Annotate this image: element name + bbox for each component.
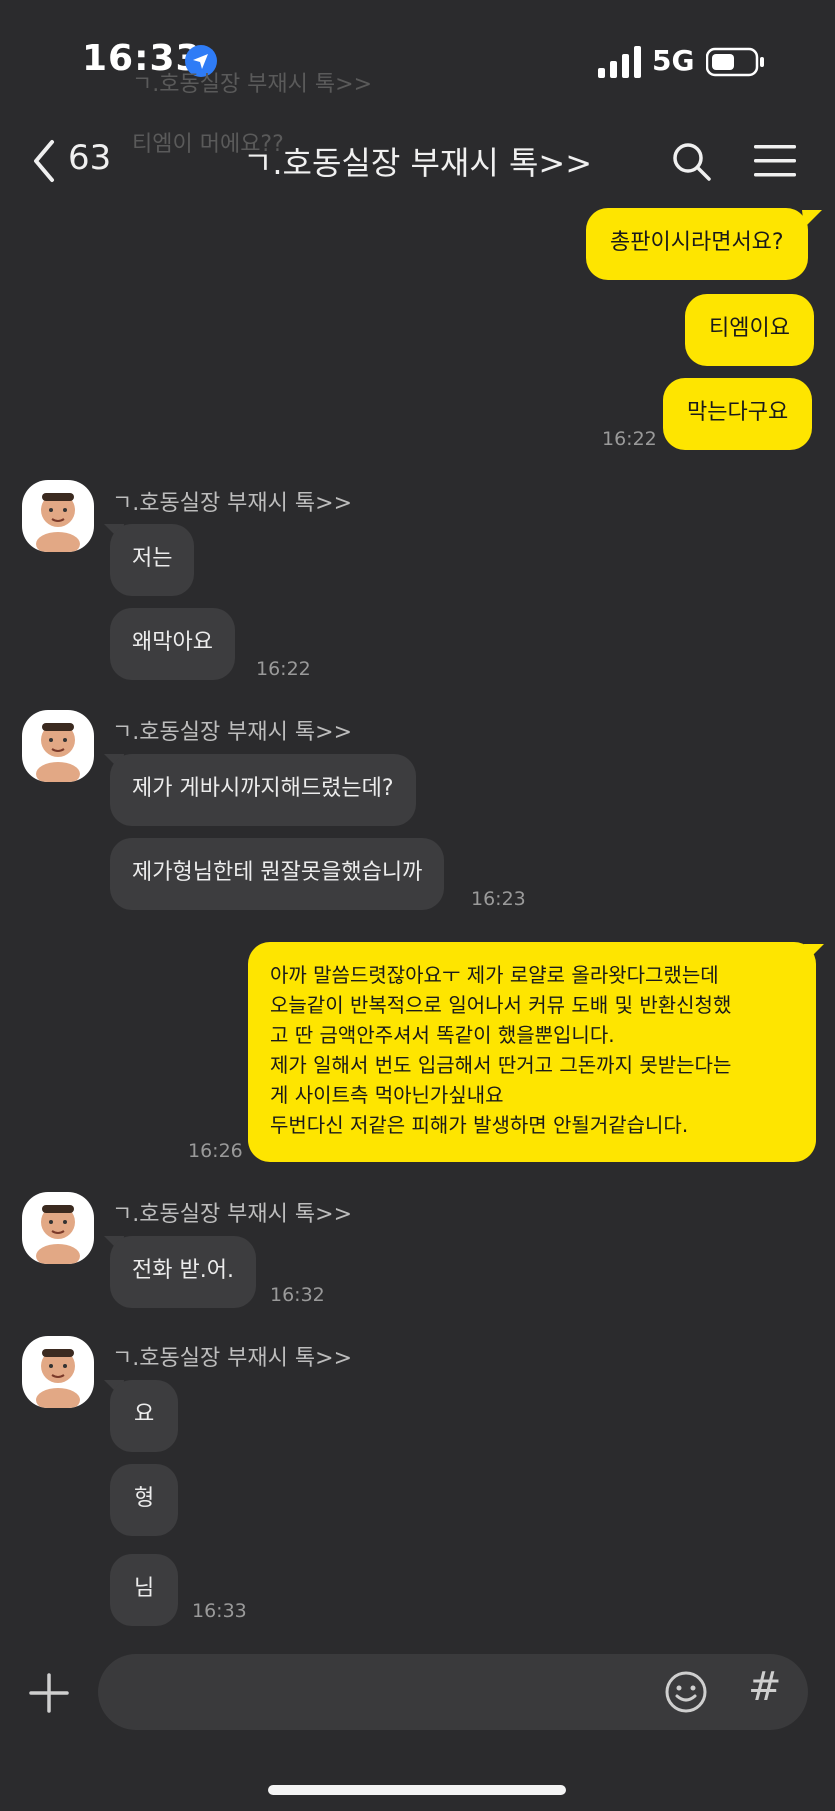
timestamp: 16:23 xyxy=(471,888,526,910)
message-line: 제가 일해서 번도 입금해서 딴거고 그돈까지 못받는다는 xyxy=(270,1053,732,1077)
avatar[interactable] xyxy=(22,1336,94,1408)
timestamp: 16:26 xyxy=(188,1140,243,1162)
signal-icon xyxy=(598,46,641,78)
sender-name: ㄱ.호동실장 부재시 톡>> xyxy=(112,1346,353,1371)
timestamp: 16:33 xyxy=(192,1600,247,1622)
sender-name: ㄱ.호동실장 부재시 톡>> xyxy=(112,720,353,745)
input-bar: # xyxy=(0,1642,835,1811)
their-message[interactable]: 제가 게바시까지해드렸는데? xyxy=(110,754,416,826)
search-icon[interactable] xyxy=(670,140,712,182)
battery-icon xyxy=(706,47,764,77)
bubble-tail xyxy=(802,210,822,228)
plus-icon[interactable] xyxy=(28,1672,70,1714)
their-message[interactable]: 님 xyxy=(110,1554,179,1626)
chat-header: 63 ㄱ.호동실장 부재시 톡>> xyxy=(0,110,835,210)
avatar[interactable] xyxy=(22,1192,94,1264)
hash-icon[interactable]: # xyxy=(748,1664,782,1710)
my-message[interactable]: 아까 말씀드렷잖아요ㅜ 제가 로얄로 올라왓다그랬는데 오늘같이 반복적으로 일… xyxy=(248,942,816,1162)
my-message[interactable]: 막는다구요 xyxy=(663,378,813,450)
message-line: 오늘같이 반복적으로 일어나서 커뮤 도배 및 반환신청했 xyxy=(270,993,732,1017)
emoji-icon[interactable] xyxy=(664,1670,708,1714)
timestamp: 16:22 xyxy=(602,428,657,450)
sender-name: ㄱ.호동실장 부재시 톡>> xyxy=(112,491,353,516)
home-indicator xyxy=(268,1785,566,1795)
message-line: 두번다신 저같은 피해가 발생하면 안될거같습니다. xyxy=(270,1113,689,1137)
their-message[interactable]: 저는 xyxy=(110,524,195,596)
my-message[interactable]: 총판이시라면서요? xyxy=(586,208,808,280)
their-message[interactable]: 형 xyxy=(110,1464,179,1536)
their-message[interactable]: 요 xyxy=(110,1380,179,1452)
message-line: 아까 말씀드렷잖아요ㅜ 제가 로얄로 올라왓다그랬는데 xyxy=(270,963,719,987)
my-message[interactable]: 티엠이요 xyxy=(685,294,814,366)
avatar[interactable] xyxy=(22,710,94,782)
their-message[interactable]: 전화 받.어. xyxy=(110,1236,256,1308)
status-bar: 16:33 5G xyxy=(0,0,835,110)
ghost-sender: ㄱ.호동실장 부재시 톡>> xyxy=(132,72,373,97)
their-message[interactable]: 제가형님한테 뭔잘못을했습니까 xyxy=(110,838,445,910)
message-line: 게 사이트측 먹아닌가싶내요 xyxy=(270,1083,504,1107)
message-line: 고 딴 금액안주셔서 똑같이 했을뿐입니다. xyxy=(270,1023,615,1047)
network-label: 5G xyxy=(652,44,695,77)
timestamp: 16:22 xyxy=(256,658,311,680)
message-input[interactable]: # xyxy=(98,1654,808,1730)
timestamp: 16:32 xyxy=(270,1284,325,1306)
avatar[interactable] xyxy=(22,480,94,552)
menu-icon[interactable] xyxy=(752,142,798,180)
sender-name: ㄱ.호동실장 부재시 톡>> xyxy=(112,1202,353,1227)
bubble-tail xyxy=(804,944,824,962)
their-message[interactable]: 왜막아요 xyxy=(110,608,235,680)
